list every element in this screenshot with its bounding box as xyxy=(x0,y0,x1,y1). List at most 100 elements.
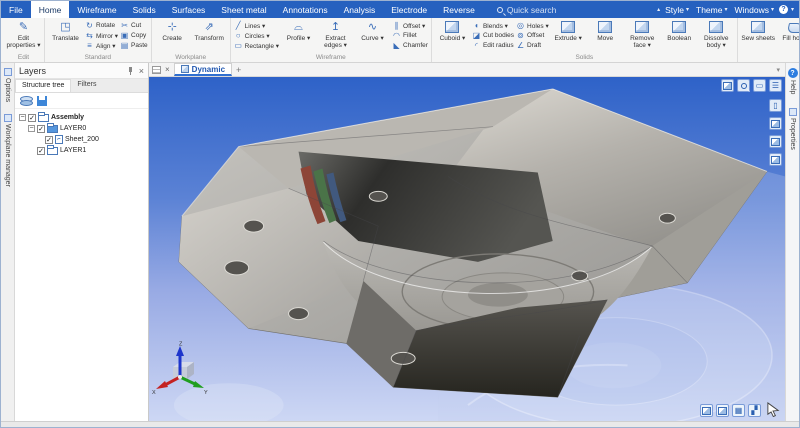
add-solid-button[interactable] xyxy=(769,117,782,130)
tree-item-layer0[interactable]: − ✓ LAYER0 xyxy=(17,123,146,134)
folder-icon xyxy=(38,114,49,122)
chevron-down-icon: ▾ xyxy=(771,6,774,13)
layers-stack-icon[interactable] xyxy=(20,96,32,105)
tree-item-assembly[interactable]: − ✓ Assembly xyxy=(17,112,146,123)
curve-button[interactable]: ∿Curve ▾ xyxy=(355,19,390,42)
boolean-button[interactable]: Boolean xyxy=(662,19,697,42)
view-mode-button[interactable] xyxy=(700,404,713,417)
structure-tree-tab[interactable]: Structure tree xyxy=(15,79,71,92)
move-face-icon xyxy=(598,20,612,34)
menu-tab-annotations[interactable]: Annotations xyxy=(275,1,336,18)
rotate-button[interactable]: ↻Rotate xyxy=(85,21,118,30)
edit-properties-button[interactable]: ✎Edit properties ▾ xyxy=(6,19,41,49)
tree-item-sheet-200[interactable]: ✓ Sheet_200 xyxy=(17,134,146,145)
menu-tab-wireframe[interactable]: Wireframe xyxy=(69,1,124,18)
3d-canvas[interactable]: Z X Y ▭ ☰ ▯ xyxy=(149,77,785,421)
sew-sheets-button[interactable]: Sew sheets xyxy=(741,19,776,42)
add-solid-icon xyxy=(771,120,780,128)
move-face-button[interactable]: Move xyxy=(588,19,623,42)
cut-bodies-button[interactable]: ◪Cut bodies xyxy=(472,31,514,40)
lines-button[interactable]: ╱Lines ▾ xyxy=(234,21,279,30)
copy-button[interactable]: ▣Copy xyxy=(120,31,148,40)
zoom-tool-button[interactable] xyxy=(737,79,750,92)
chamfer-button[interactable]: ◣Chamfer xyxy=(392,41,428,50)
tabbar-collapse-icon[interactable]: ▾ xyxy=(776,66,782,74)
close-document-icon[interactable]: × xyxy=(165,65,170,74)
viewport-menu-button[interactable]: ☰ xyxy=(769,79,782,92)
cad-model[interactable] xyxy=(149,77,785,421)
fillet-button[interactable]: ◠Fillet xyxy=(392,31,428,40)
pin-icon[interactable] xyxy=(126,67,134,75)
menu-tab-surfaces[interactable]: Surfaces xyxy=(164,1,214,18)
filters-tab[interactable]: Filters xyxy=(71,79,102,92)
windows-menu[interactable]: Windows▾ xyxy=(732,5,776,15)
paste-icon: ▤ xyxy=(120,41,129,50)
quick-search[interactable]: Quick search xyxy=(497,1,557,18)
draft-button[interactable]: ∠Draft xyxy=(516,41,549,50)
save-layers-icon[interactable] xyxy=(37,96,47,106)
options-tab[interactable]: Options xyxy=(4,65,12,105)
cuboid-button[interactable]: Cuboid ▾ xyxy=(435,19,470,42)
checkbox[interactable]: ✓ xyxy=(45,136,53,144)
align-icon: ≡ xyxy=(85,41,94,50)
eraser-tool-button[interactable]: ▯ xyxy=(769,99,782,112)
dissolve-body-button[interactable]: Dissolve body ▾ xyxy=(699,19,734,49)
menu-tab-solids[interactable]: Solids xyxy=(125,1,164,18)
blends-button[interactable]: ◖Blends ▾ xyxy=(472,21,514,30)
multi-view-button[interactable]: ▞ xyxy=(748,404,761,417)
workplane-manager-tab[interactable]: Workplane manager xyxy=(4,111,12,190)
align-button[interactable]: ≡Align ▾ xyxy=(85,41,118,50)
theme-menu[interactable]: Theme▾ xyxy=(694,5,729,15)
chevron-down-icon[interactable]: ▾ xyxy=(791,6,794,13)
menu-tab-file[interactable]: File xyxy=(1,1,31,18)
extract-edges-button[interactable]: ↥Extract edges ▾ xyxy=(318,19,353,49)
checkbox[interactable]: ✓ xyxy=(37,147,45,155)
search-icon xyxy=(497,7,503,13)
checkbox[interactable]: ✓ xyxy=(37,125,45,133)
fill-holes-button[interactable]: Fill holes xyxy=(778,19,799,42)
menu-tab-electrode[interactable]: Electrode xyxy=(383,1,435,18)
iso-view-button[interactable] xyxy=(716,404,729,417)
menu-tab-sheet-metal[interactable]: Sheet metal xyxy=(213,1,274,18)
transform-workplane-button[interactable]: ⇗Transform xyxy=(192,19,227,42)
collapse-icon[interactable]: − xyxy=(28,125,35,132)
translate-button[interactable]: ◳Translate xyxy=(48,19,83,42)
offset-button[interactable]: ∥Offset ▾ xyxy=(392,21,428,30)
tree-item-layer1[interactable]: ✓ LAYER1 xyxy=(17,145,146,156)
circles-button[interactable]: ○Circles ▾ xyxy=(234,31,279,40)
close-icon[interactable]: × xyxy=(139,67,144,75)
view-cube-button[interactable] xyxy=(721,79,734,92)
circles-icon: ○ xyxy=(234,31,243,40)
menu-tab-reverse[interactable]: Reverse xyxy=(435,1,483,18)
paste-button[interactable]: ▤Paste xyxy=(120,41,148,50)
extrude-button[interactable]: Extrude ▾ xyxy=(551,19,586,42)
cut-button[interactable]: ✂Cut xyxy=(120,21,148,30)
help-tab[interactable]: ?Help xyxy=(788,65,798,97)
ribbon-collapse-icon[interactable]: ▴ xyxy=(657,6,660,13)
create-workplane-button[interactable]: ⊹Create xyxy=(155,19,190,42)
menu-tab-analysis[interactable]: Analysis xyxy=(336,1,384,18)
edit-radius-button[interactable]: ◜Edit radius xyxy=(472,41,514,50)
translate-icon: ◳ xyxy=(60,20,70,34)
orbit-view-button[interactable] xyxy=(769,135,782,148)
mouse-cursor xyxy=(766,402,781,417)
profile-button[interactable]: ⌓Profile ▾ xyxy=(281,19,316,42)
help-icon[interactable]: ? xyxy=(779,5,788,14)
tab-list-icon[interactable] xyxy=(152,66,161,74)
properties-tab[interactable]: Properties xyxy=(789,105,797,153)
collapse-icon[interactable]: − xyxy=(19,114,26,121)
mirror-button[interactable]: ⇆Mirror ▾ xyxy=(85,31,118,40)
style-menu[interactable]: Style▾ xyxy=(663,5,691,15)
remove-face-button[interactable]: Remove face ▾ xyxy=(625,19,660,49)
holes-button[interactable]: ◎Holes ▾ xyxy=(516,21,549,30)
checkbox[interactable]: ✓ xyxy=(28,114,36,122)
window-view-button[interactable]: ▭ xyxy=(753,79,766,92)
menu-tab-home[interactable]: Home xyxy=(31,1,70,18)
document-tab-dynamic[interactable]: Dynamic xyxy=(174,63,232,76)
wireframe-view-button[interactable]: ▦ xyxy=(732,404,745,417)
new-document-icon[interactable]: + xyxy=(236,65,241,75)
rotate-view-button[interactable] xyxy=(769,153,782,166)
offset-solid-button[interactable]: ⊚Offset xyxy=(516,31,549,40)
rectangle-button[interactable]: ▭Rectangle ▾ xyxy=(234,41,279,50)
model-cube-icon xyxy=(181,65,189,73)
